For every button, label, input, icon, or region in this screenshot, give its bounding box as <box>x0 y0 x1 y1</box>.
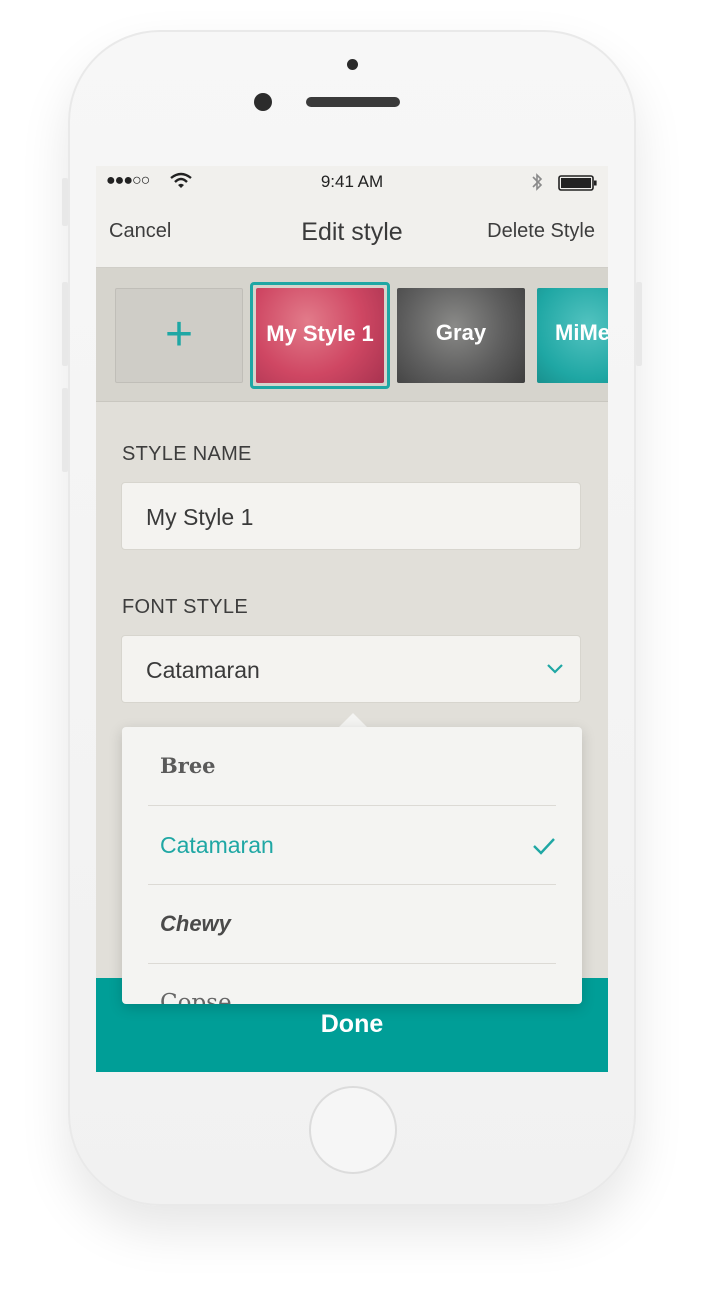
dropdown-pointer <box>339 713 367 727</box>
font-style-label: FONT STYLE <box>122 596 248 618</box>
add-style-button[interactable]: + <box>115 288 243 383</box>
home-button[interactable] <box>309 1086 397 1174</box>
earpiece-speaker <box>306 97 400 107</box>
volume-up-button <box>62 282 68 366</box>
font-option-bree[interactable]: Bree <box>148 727 556 806</box>
volume-down-button <box>62 388 68 472</box>
font-style-select[interactable]: Catamaran <box>121 635 581 703</box>
proximity-sensor <box>347 59 358 70</box>
font-option-chewy[interactable]: Chewy <box>148 885 556 964</box>
style-label: Gray <box>435 320 487 345</box>
style-name-field[interactable]: My Style 1 <box>121 482 581 550</box>
font-option-catamaran[interactable]: Catamaran <box>148 806 556 885</box>
style-name-value: My Style 1 <box>146 504 254 530</box>
checkmark-icon <box>532 834 556 861</box>
done-label: Done <box>320 1010 384 1038</box>
front-camera <box>254 93 272 111</box>
chevron-down-icon <box>546 662 564 680</box>
delete-style-button[interactable]: Delete Style <box>487 220 595 243</box>
style-label: My Style 1 <box>266 321 374 346</box>
mute-switch <box>62 178 68 226</box>
bluetooth-icon <box>530 171 544 198</box>
power-button <box>636 282 642 366</box>
plus-icon: + <box>164 308 194 361</box>
style-name-label: STYLE NAME <box>122 443 252 465</box>
style-label: MiMe <box>555 320 608 345</box>
navigation-bar: Cancel Edit style Delete Style <box>96 200 608 268</box>
status-bar: ●●●○○ 9:41 AM <box>96 166 608 200</box>
battery-icon <box>558 174 598 197</box>
font-dropdown-menu: Bree Catamaran Chewy Copse <box>122 727 582 1004</box>
style-thumbnail-mime[interactable]: MiMe <box>537 288 608 383</box>
font-style-value: Catamaran <box>146 657 260 683</box>
font-option-label: Bree <box>160 753 216 778</box>
font-option-label: Copse <box>160 990 232 1004</box>
style-thumbnail-gray[interactable]: Gray <box>397 288 525 383</box>
font-option-label: Chewy <box>160 911 231 936</box>
style-carousel: + My Style 1 Gray MiMe <box>96 268 608 402</box>
style-thumbnail-my-style-1[interactable]: My Style 1 <box>250 282 390 389</box>
font-option-copse[interactable]: Copse <box>148 964 556 1004</box>
font-option-label: Catamaran <box>160 832 274 858</box>
